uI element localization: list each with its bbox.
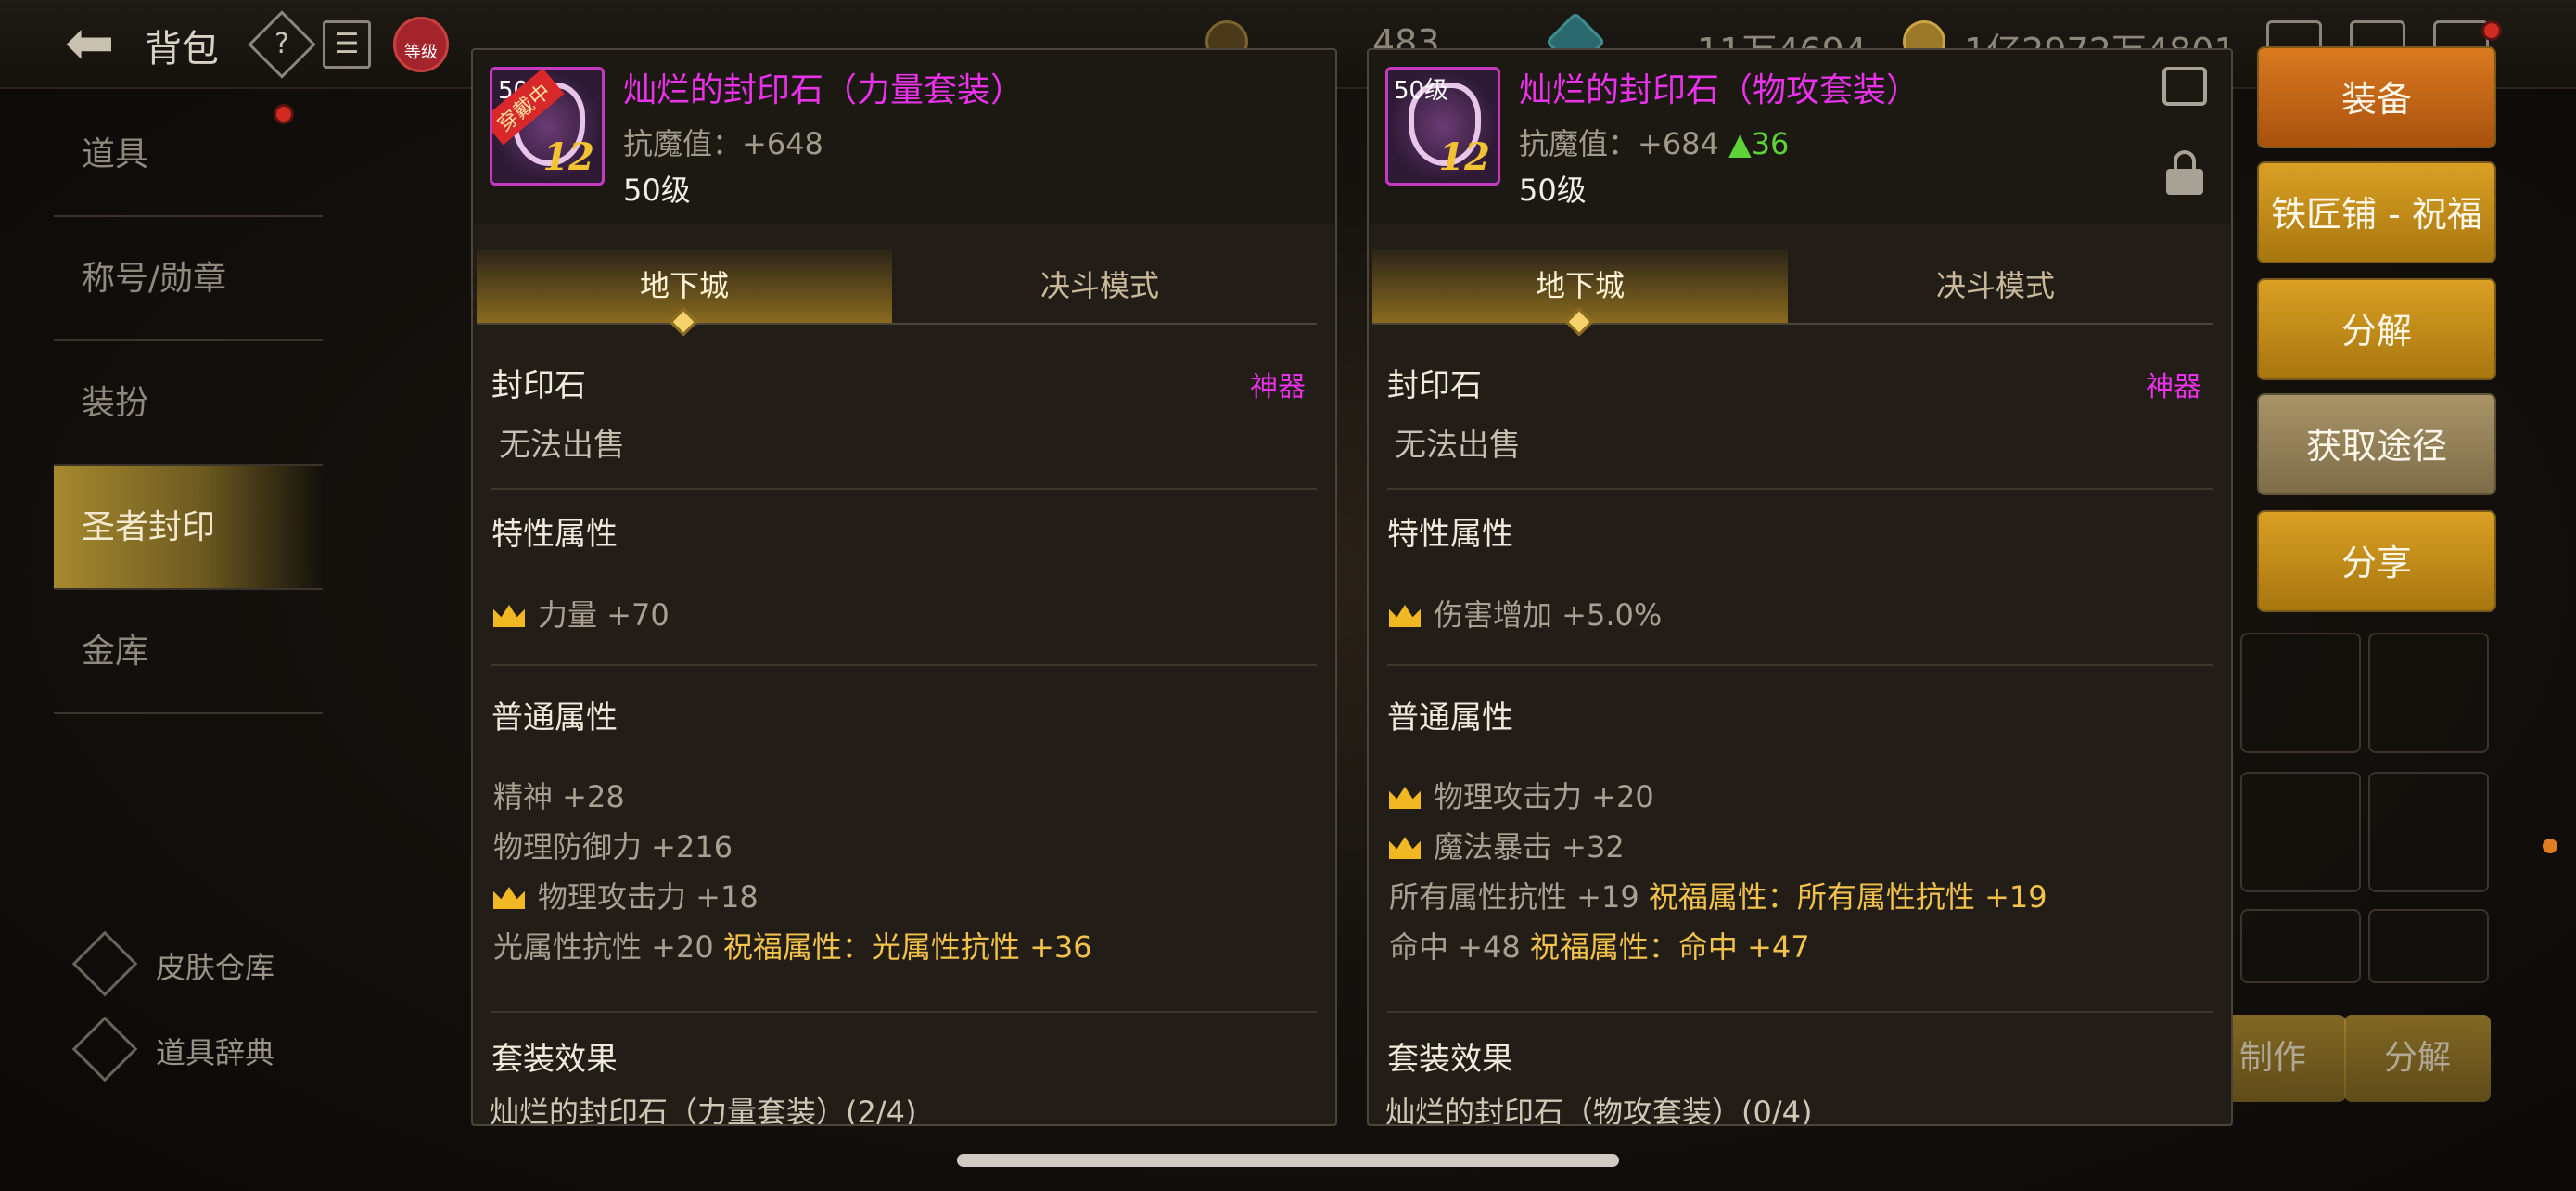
lock-icon[interactable] <box>2166 150 2203 195</box>
inventory-slot[interactable] <box>2368 772 2489 892</box>
inventory-slot[interactable] <box>2240 772 2361 892</box>
normal-attrs-title: 普通属性 <box>1387 699 1513 736</box>
rarity-label: 神器 <box>1250 371 1306 403</box>
inventory-slot[interactable] <box>2240 633 2361 753</box>
attr-text: 力量 +70 <box>538 597 670 633</box>
crown-icon <box>493 887 525 909</box>
bless-attr-text: 祝福属性：光属性抗性 +36 <box>722 929 1092 965</box>
sidebar-item-avatar[interactable]: 装扮 <box>54 341 323 466</box>
crown-icon <box>493 605 525 627</box>
rarity-label: 神器 <box>2146 371 2201 403</box>
special-attrs-title: 特性属性 <box>491 516 618 553</box>
equip-button[interactable]: 装备 <box>2257 46 2496 148</box>
divider <box>491 664 1317 666</box>
divider <box>1387 1011 2213 1013</box>
set-effect-title: 套装效果 <box>1387 1041 1513 1078</box>
item-type: 封印石 <box>491 367 586 404</box>
crown-icon <box>1389 605 1421 627</box>
equipped-item-tooltip: 50级 穿戴中 12 灿烂的封印石（力量套装） 抗魔值：+648 50级 地下城… <box>471 48 1337 1126</box>
normal-attr-row: 光属性抗性 +20 祝福属性：光属性抗性 +36 <box>493 924 1092 967</box>
set-name: 灿烂的封印石（力量套装）(2/4) <box>490 1095 917 1126</box>
magic-resist-delta: ▲36 <box>1728 126 1790 161</box>
item-type: 封印石 <box>1387 367 1482 404</box>
magic-resist-text: 抗魔值：+684 <box>1519 126 1719 161</box>
skin-storage-label: 皮肤仓库 <box>156 950 275 985</box>
page-title: 背包 <box>145 28 219 70</box>
item-name: 灿烂的封印石（物攻套装） <box>1519 71 1920 109</box>
item-name: 灿烂的封印石（力量套装） <box>623 71 1025 109</box>
bulk-decompose-button[interactable]: 分解 <box>2344 1015 2491 1102</box>
tab-duel[interactable]: 决斗模式 <box>892 249 1307 323</box>
attr-text: 魔法暴击 +32 <box>1434 829 1625 864</box>
magic-resist-value: 抗魔值：+684 ▲36 <box>1519 121 1789 163</box>
crown-icon <box>1389 787 1421 809</box>
icon-number: 12 <box>542 135 594 179</box>
normal-attr-row: 物理防御力 +216 <box>493 824 733 866</box>
sidebar-notification-dot <box>274 104 294 124</box>
mode-tabs: 地下城 决斗模式 <box>1372 249 2213 337</box>
magic-resist-value: 抗魔值：+648 <box>623 126 823 161</box>
sale-status: 无法出售 <box>499 427 625 464</box>
back-arrow-icon[interactable]: ⬅ <box>65 13 130 74</box>
divider <box>1387 488 2213 490</box>
sidebar-item-titles[interactable]: 称号/勋章 <box>54 217 323 341</box>
home-indicator[interactable] <box>957 1154 1619 1167</box>
sidebar-item-vault[interactable]: 金库 <box>54 590 323 714</box>
attr-text: 所有属性抗性 +19 <box>1389 879 1639 915</box>
divider <box>1387 664 2213 666</box>
inventory-slot[interactable] <box>2368 909 2489 983</box>
bless-attr-text: 祝福属性：命中 +47 <box>1529 929 1810 965</box>
page-indicator-dot <box>2543 839 2557 853</box>
seal-stone-icon: 50级 穿戴中 12 <box>490 67 605 186</box>
item-level: 50级 <box>1519 173 1587 208</box>
sale-status: 无法出售 <box>1395 427 1521 464</box>
set-effect-title: 套装效果 <box>491 1041 618 1078</box>
attr-text: 物理攻击力 +18 <box>538 879 759 915</box>
mode-tabs: 地下城 决斗模式 <box>477 249 1317 337</box>
special-attr-row: 伤害增加 +5.0% <box>1389 592 1662 634</box>
normal-attr-row: 物理攻击力 +20 <box>1389 774 1654 816</box>
share-button[interactable]: 分享 <box>2257 510 2496 612</box>
inventory-slot[interactable] <box>2368 633 2489 753</box>
share-icon[interactable] <box>2162 67 2207 106</box>
bless-attr-text: 祝福属性：所有属性抗性 +19 <box>1648 879 2047 915</box>
icon-number: 12 <box>1438 135 1490 179</box>
calendar-icon[interactable]: ☰ <box>323 20 371 69</box>
selected-item-tooltip: 50级 12 灿烂的封印石（物攻套装） 抗魔值：+684 ▲36 50级 地下城… <box>1367 48 2233 1126</box>
help-icon[interactable]: ? <box>248 10 316 79</box>
normal-attrs-title: 普通属性 <box>491 699 618 736</box>
level-badge-icon[interactable]: 等级 <box>393 17 449 72</box>
attr-text: 物理防御力 +216 <box>493 829 733 864</box>
sidebar: 道具 称号/勋章 装扮 圣者封印 金库 <box>54 93 323 714</box>
obtain-source-button[interactable]: 获取途径 <box>2257 393 2496 495</box>
crown-icon <box>1389 837 1421 859</box>
item-level: 50级 <box>623 173 691 208</box>
normal-attr-row: 命中 +48 祝福属性：命中 +47 <box>1389 924 1810 967</box>
item-header: 50级 12 灿烂的封印石（物攻套装） 抗魔值：+684 ▲36 50级 <box>1369 50 2231 224</box>
normal-attr-row: 魔法暴击 +32 <box>1389 824 1625 866</box>
sidebar-item-seal[interactable]: 圣者封印 <box>54 466 323 590</box>
inventory-slot[interactable] <box>2240 909 2361 983</box>
special-attrs-title: 特性属性 <box>1387 516 1513 553</box>
normal-attr-row: 物理攻击力 +18 <box>493 874 759 916</box>
attr-text: 精神 +28 <box>493 779 625 814</box>
item-header: 50级 穿戴中 12 灿烂的封印石（力量套装） 抗魔值：+648 50级 <box>473 50 1335 224</box>
divider <box>491 488 1317 490</box>
tab-duel[interactable]: 决斗模式 <box>1788 249 2203 323</box>
set-name: 灿烂的封印石（物攻套装）(0/4) <box>1385 1095 1813 1126</box>
normal-attr-row: 精神 +28 <box>493 774 625 816</box>
attr-text: 光属性抗性 +20 <box>493 929 714 965</box>
seal-stone-icon: 50级 12 <box>1385 67 1500 186</box>
item-dictionary-label: 道具辞典 <box>156 1035 275 1070</box>
attr-text: 物理攻击力 +20 <box>1434 779 1654 814</box>
normal-attr-row: 所有属性抗性 +19 祝福属性：所有属性抗性 +19 <box>1389 874 2047 916</box>
decompose-button[interactable]: 分解 <box>2257 278 2496 380</box>
icon-level-tag: 50级 <box>1394 77 1449 105</box>
blacksmith-bless-button[interactable]: 铁匠铺 - 祝福 <box>2257 161 2496 263</box>
divider <box>491 1011 1317 1013</box>
attr-text: 命中 +48 <box>1389 929 1521 965</box>
special-attr-row: 力量 +70 <box>493 592 670 634</box>
attr-text: 伤害增加 +5.0% <box>1434 597 1663 633</box>
notification-dot <box>2481 20 2502 41</box>
